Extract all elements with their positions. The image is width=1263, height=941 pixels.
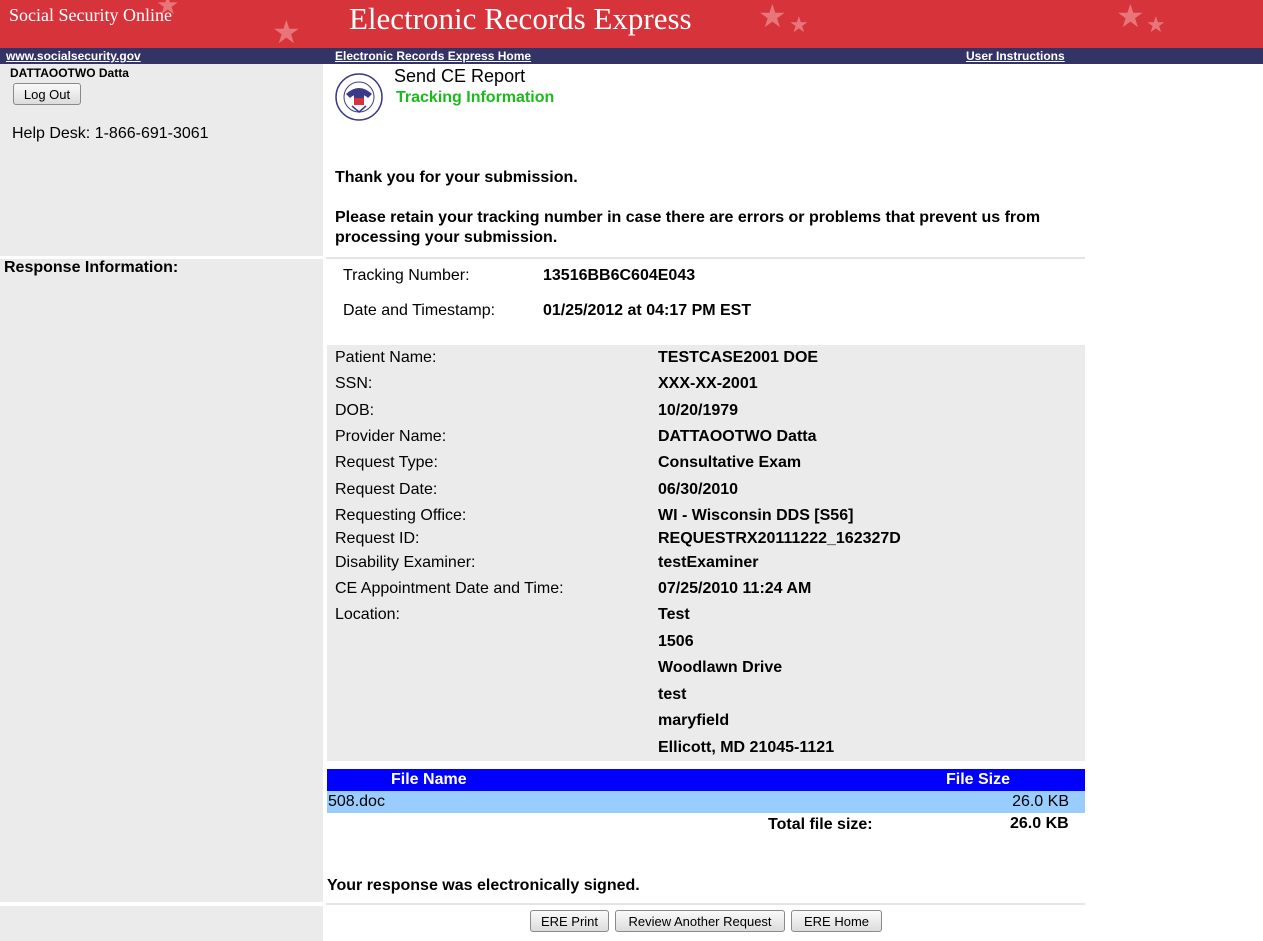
top-banner: ★ ★ ★ ★ ★ ★ Social Security Online Elect…	[0, 0, 1263, 48]
tracking-number-value: 13516BB6C604E043	[543, 267, 696, 284]
location-line: test	[658, 686, 687, 703]
logged-in-user: DATTAOOTWO Datta	[10, 66, 129, 80]
ssa-website-link[interactable]: www.socialsecurity.gov	[6, 48, 141, 64]
table-row: 508.doc 26.0 KB	[327, 791, 1085, 813]
detail-label: Request Date:	[335, 481, 438, 498]
timestamp-value: 01/25/2012 at 04:17 PM EST	[543, 302, 752, 319]
app-title: Electronic Records Express	[349, 1, 692, 36]
page-title: Send CE Report	[394, 66, 526, 86]
response-info-heading: Response Information:	[4, 259, 179, 276]
detail-value: WI - Wisconsin DDS [S56]	[658, 507, 854, 524]
sidebar-foot-panel	[0, 906, 323, 941]
user-instructions-link[interactable]: User Instructions	[966, 48, 1065, 64]
detail-label: Disability Examiner:	[335, 554, 476, 571]
detail-value: 10/20/1979	[658, 402, 739, 419]
total-file-size-label: Total file size:	[768, 816, 873, 833]
detail-label: CE Appointment Date and Time:	[335, 580, 564, 597]
file-size-column-header: File Size	[946, 771, 1011, 788]
location-line: Woodlawn Drive	[658, 659, 783, 676]
detail-value: 07/25/2010 11:24 AM	[658, 580, 812, 597]
divider	[326, 257, 1085, 259]
thank-you-message: Thank you for your submission.	[335, 169, 578, 186]
detail-label: DOB:	[335, 402, 375, 419]
help-desk-text: Help Desk: 1-866-691-3061	[12, 125, 209, 142]
review-another-request-button[interactable]: Review Another Request	[615, 910, 785, 932]
detail-value: XXX-XX-2001	[658, 375, 758, 392]
detail-label: SSN:	[335, 375, 373, 392]
location-line: maryfield	[658, 712, 730, 729]
star-icon: ★	[1146, 12, 1166, 37]
detail-label: Provider Name:	[335, 428, 447, 445]
file-size-cell: 26.0 KB	[1012, 793, 1069, 810]
detail-value: TESTCASE2001 DOE	[658, 349, 819, 366]
sidebar-bottom-panel	[0, 259, 323, 902]
ere-home-link[interactable]: Electronic Records Express Home	[335, 48, 531, 64]
detail-label: Request Type:	[335, 454, 438, 471]
ssa-seal-icon	[334, 72, 384, 122]
detail-value: REQUESTRX20111222_162327D	[658, 530, 901, 547]
star-icon: ★	[758, 0, 787, 34]
retain-message-line1: Please retain your tracking number in ca…	[335, 209, 1041, 226]
detail-label: Requesting Office:	[335, 507, 467, 524]
file-name-column-header: File Name	[391, 771, 467, 788]
detail-value: DATTAOOTWO Datta	[658, 428, 817, 445]
detail-label: Request ID:	[335, 530, 420, 547]
star-icon: ★	[1116, 0, 1145, 34]
detail-label: Location:	[335, 606, 400, 623]
page-subtitle: Tracking Information	[396, 89, 555, 106]
star-icon: ★	[272, 14, 301, 48]
detail-value: 06/30/2010	[658, 481, 739, 498]
file-name-cell: 508.doc	[328, 793, 385, 810]
detail-value: Consultative Exam	[658, 454, 802, 471]
file-table-header: File Name File Size	[327, 769, 1085, 791]
total-file-size-value: 26.0 KB	[1010, 815, 1069, 832]
detail-value: testExaminer	[658, 554, 759, 571]
signed-message: Your response was electronically signed.	[327, 877, 640, 894]
location-line: Ellicott, MD 21045-1121	[658, 739, 835, 756]
logout-button[interactable]: Log Out	[13, 83, 81, 105]
retain-message-line2: processing your submission.	[335, 229, 558, 246]
ssa-online-title: Social Security Online	[9, 5, 172, 25]
nav-bar: www.socialsecurity.gov Electronic Record…	[0, 48, 1263, 64]
location-line: 1506	[658, 633, 694, 650]
timestamp-label: Date and Timestamp:	[343, 302, 496, 319]
ere-home-button[interactable]: ERE Home	[791, 910, 882, 932]
tracking-number-label: Tracking Number:	[343, 267, 470, 284]
ere-print-button[interactable]: ERE Print	[530, 910, 609, 932]
detail-value: Test	[658, 606, 690, 623]
detail-label: Patient Name:	[335, 349, 437, 366]
star-icon: ★	[789, 12, 809, 37]
divider	[326, 903, 1085, 905]
